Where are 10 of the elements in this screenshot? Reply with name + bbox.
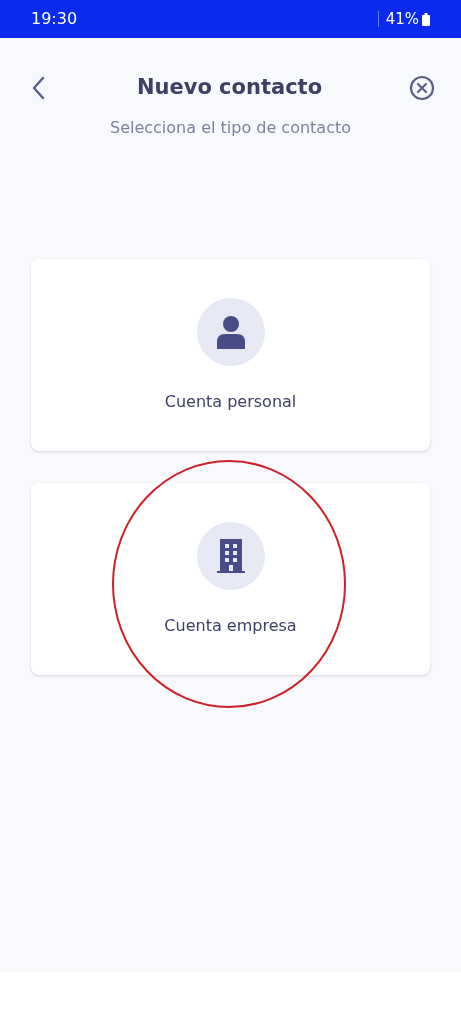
close-button[interactable] (409, 74, 435, 101)
battery-icon (422, 12, 430, 26)
building-icon (216, 538, 245, 573)
option-card[interactable]: Cuenta personal (31, 258, 430, 451)
page-subtitle: Selecciona el tipo de contacto (109, 116, 352, 139)
option-card[interactable]: Cuenta empresa (31, 482, 430, 675)
status-time: 19:30 (31, 8, 78, 30)
page-title: Nuevo contacto (136, 74, 323, 101)
person-icon (215, 314, 246, 349)
battery-percent: 41% (385, 8, 419, 30)
